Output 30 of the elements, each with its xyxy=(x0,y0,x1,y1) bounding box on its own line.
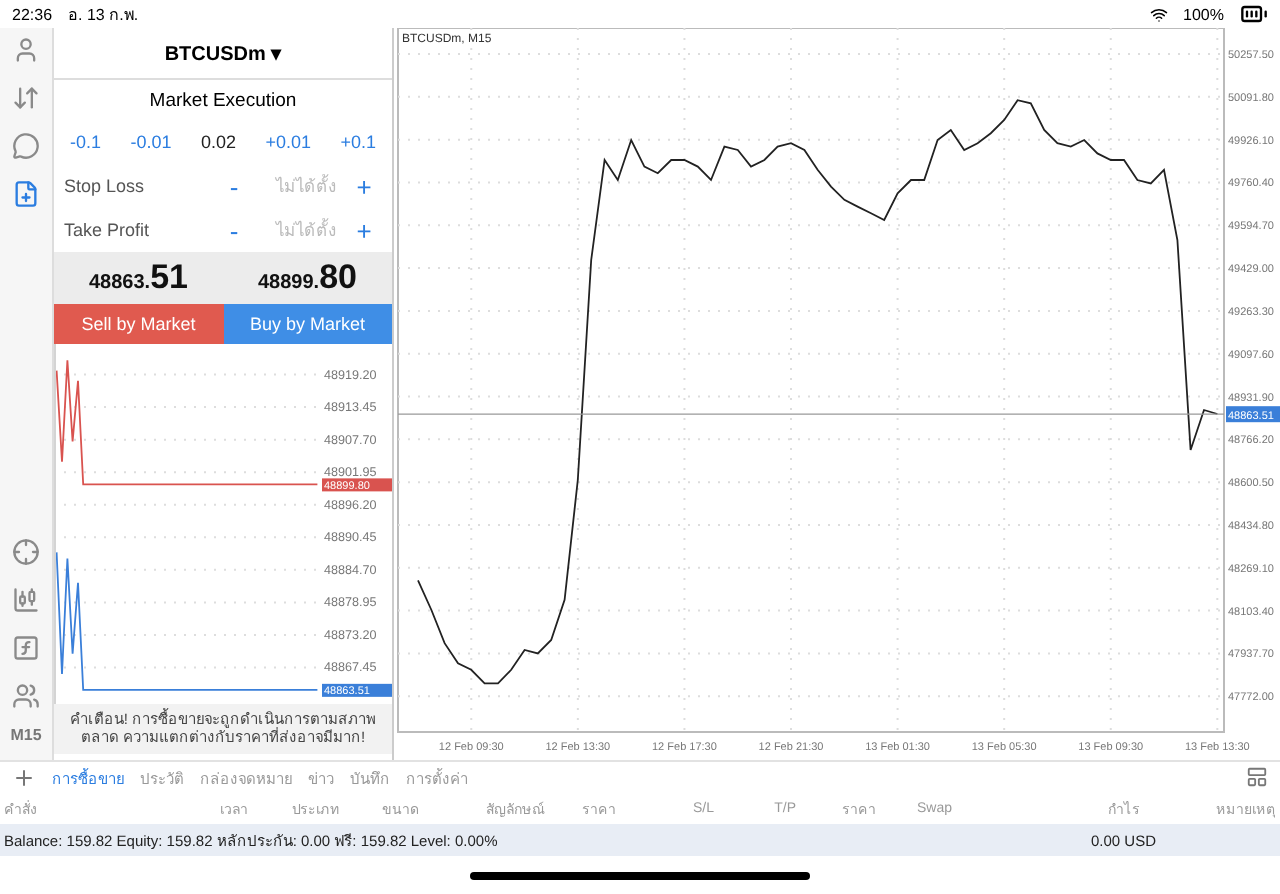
crosshair-icon[interactable] xyxy=(8,534,44,570)
battery-percent: 100% xyxy=(1183,5,1224,23)
volume-value[interactable]: 0.02 xyxy=(200,132,236,152)
plus-button[interactable]: + xyxy=(344,215,384,245)
battery-icon xyxy=(1240,0,1268,28)
sell-button[interactable]: Sell by Market xyxy=(54,304,223,344)
people-icon[interactable] xyxy=(8,678,44,714)
add-icon[interactable] xyxy=(12,765,36,789)
minus-button[interactable]: - xyxy=(214,171,254,201)
date: อ. 13 ก.พ. xyxy=(68,3,139,27)
volume-step-button[interactable]: +0.1 xyxy=(340,132,376,152)
function-icon[interactable] xyxy=(8,630,44,666)
symbol-selector[interactable]: BTCUSDm ▾ xyxy=(54,28,392,80)
minus-button[interactable]: - xyxy=(214,215,254,245)
level-label: Stop Loss xyxy=(64,176,147,196)
price-quote: 48899.80 xyxy=(255,258,359,298)
clock: 22:36 xyxy=(12,5,53,23)
candlestick-icon[interactable] xyxy=(8,582,44,618)
chat-bubble-icon[interactable] xyxy=(8,128,44,164)
plus-button[interactable]: + xyxy=(344,171,384,201)
level-label: Take Profit xyxy=(64,220,152,240)
volume-step-button[interactable]: +0.01 xyxy=(265,132,311,152)
layout-icon[interactable] xyxy=(1246,766,1268,788)
wifi-icon xyxy=(1149,5,1168,23)
volume-step-button[interactable]: -0.1 xyxy=(70,132,102,152)
timeframe-label[interactable]: M15 xyxy=(10,726,42,744)
price-quote: 48863.51 xyxy=(86,258,190,298)
execution-mode: Market Execution xyxy=(147,87,299,115)
volume-step-button[interactable]: -0.01 xyxy=(130,132,172,152)
buy-button[interactable]: Buy by Market xyxy=(223,304,392,344)
